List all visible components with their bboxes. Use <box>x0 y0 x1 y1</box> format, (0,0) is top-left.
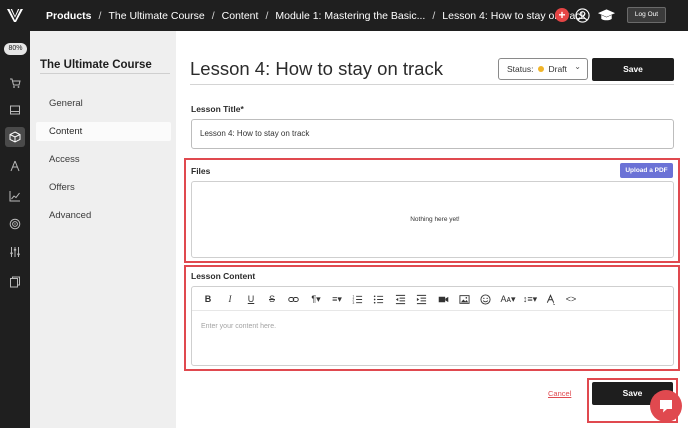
image-icon[interactable] <box>458 292 470 306</box>
video-icon[interactable] <box>437 292 449 306</box>
code-view-button[interactable]: <> <box>563 292 579 306</box>
strikethrough-button[interactable]: S <box>266 292 278 306</box>
breadcrumb-products[interactable]: Products <box>46 10 92 22</box>
outdent-icon[interactable] <box>394 292 406 306</box>
editor-placeholder: Enter your content here. <box>201 323 277 330</box>
lesson-title-input[interactable]: Lesson 4: How to stay on track <box>191 119 674 149</box>
lesson-content-label: Lesson Content <box>191 271 256 281</box>
status-value: Draft <box>548 64 567 74</box>
sidebar-item-access[interactable]: Access <box>36 150 171 169</box>
emoji-icon[interactable] <box>479 292 491 306</box>
link-icon[interactable] <box>287 292 299 306</box>
course-sidebar: The Ultimate Course General Content Acce… <box>30 31 176 428</box>
bold-button[interactable]: B <box>202 292 214 306</box>
status-dot-icon <box>538 66 545 72</box>
breadcrumb-module[interactable]: Module 1: Mastering the Basic... <box>275 10 425 22</box>
unordered-list-icon[interactable] <box>372 292 384 306</box>
lesson-title-label: Lesson Title* <box>191 104 244 114</box>
font-size-button[interactable]: Aᴀ▾ <box>498 292 518 306</box>
breadcrumb-course[interactable]: The Ultimate Course <box>108 10 204 22</box>
breadcrumb-content[interactable]: Content <box>222 10 259 22</box>
cart-icon[interactable] <box>5 73 25 93</box>
line-height-button[interactable]: ↕≡▾ <box>520 292 540 306</box>
italic-button[interactable]: I <box>224 292 236 306</box>
status-select[interactable]: Status: Draft ⌄ <box>498 58 588 80</box>
chart-icon[interactable] <box>5 186 25 206</box>
sidebar-item-content[interactable]: Content <box>36 122 171 141</box>
files-empty-message: Nothing here yet! <box>410 216 460 223</box>
breadcrumb-separator: / <box>98 9 102 22</box>
breadcrumb: Products / The Ultimate Course / Content… <box>46 0 586 31</box>
text-color-icon[interactable] <box>544 292 556 306</box>
indent-icon[interactable] <box>415 292 427 306</box>
target-icon[interactable] <box>5 214 25 234</box>
breadcrumb-separator: / <box>432 9 436 22</box>
graduation-cap-icon[interactable] <box>597 7 616 24</box>
sidebar-item-advanced[interactable]: Advanced <box>36 206 171 225</box>
upload-pdf-button[interactable]: Upload a PDF <box>620 163 673 178</box>
logout-button[interactable]: Log Out <box>627 7 666 23</box>
cancel-link[interactable]: Cancel <box>548 389 571 398</box>
sidebar-item-offers[interactable]: Offers <box>36 178 171 197</box>
v-logo-icon[interactable] <box>6 7 24 24</box>
pages-icon[interactable] <box>5 272 25 292</box>
save-button[interactable]: Save <box>592 58 674 81</box>
course-title: The Ultimate Course <box>40 59 152 71</box>
align-button[interactable]: ≡▾ <box>328 292 346 306</box>
breadcrumb-separator: / <box>211 9 215 22</box>
chat-icon[interactable] <box>650 390 682 422</box>
icon-rail: 80% <box>0 31 30 428</box>
box-icon[interactable] <box>5 127 25 147</box>
layout-icon[interactable] <box>5 100 25 120</box>
progress-badge: 80% <box>4 43 27 55</box>
breadcrumb-separator: / <box>265 9 269 22</box>
svg-text:3: 3 <box>352 300 354 304</box>
sliders-icon[interactable] <box>5 242 25 262</box>
sidebar-item-general[interactable]: General <box>36 94 171 113</box>
paragraph-format-button[interactable]: ¶▾ <box>307 292 325 306</box>
user-icon[interactable] <box>575 8 590 23</box>
chevron-down-icon: ⌄ <box>574 62 581 71</box>
plus-icon[interactable]: + <box>555 8 569 22</box>
divider <box>192 310 673 311</box>
files-label: Files <box>191 166 211 176</box>
divider <box>40 73 170 74</box>
divider <box>190 84 674 85</box>
underline-button[interactable]: U <box>245 292 257 306</box>
page-title: Lesson 4: How to stay on track <box>190 58 443 79</box>
top-bar: Products / The Ultimate Course / Content… <box>0 0 688 31</box>
ordered-list-icon[interactable]: 123 <box>351 292 363 306</box>
funnel-icon[interactable] <box>5 156 25 176</box>
status-label: Status: <box>507 64 534 74</box>
